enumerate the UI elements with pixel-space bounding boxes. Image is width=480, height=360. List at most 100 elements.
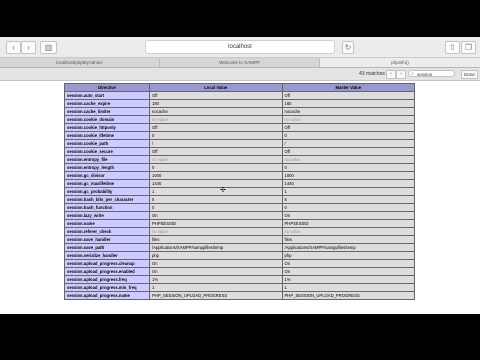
table-header-row: Directive Local Value Master Value: [64, 83, 415, 92]
local-value-cell: 0: [149, 203, 283, 212]
directive-cell: session.cookie_lifetime: [64, 131, 150, 140]
back-icon[interactable]: ‹: [6, 41, 21, 54]
master-value-cell: 1: [281, 187, 415, 196]
table-row: session.cookie_domain no value no value: [64, 115, 415, 124]
local-value-cell: php: [149, 251, 283, 260]
master-value-cell: nocache: [281, 107, 415, 116]
directive-cell: session.cookie_secure: [64, 147, 150, 156]
table-row: session.upload_progress.enabled On On: [64, 267, 415, 276]
master-value-cell: PHP_SESSION_UPLOAD_PROGRESS: [281, 291, 415, 300]
directive-cell: session.referer_check: [64, 227, 150, 236]
table-row: session.cache_expire 180 180: [64, 99, 415, 108]
local-value-cell: PHP_SESSION_UPLOAD_PROGRESS: [149, 291, 283, 300]
local-value-cell: 1%: [149, 275, 283, 284]
reload-icon[interactable]: ↻: [342, 41, 354, 54]
directive-cell: session.auto_start: [64, 91, 150, 100]
table-row: session.upload_progress.freq 1% 1%: [64, 275, 415, 284]
tab-phpmyadmin[interactable]: localhost/phpMyAdmin/: [0, 58, 160, 67]
tab-phpinfo[interactable]: phpinfo(): [320, 58, 480, 67]
directive-cell: session.hash_bits_per_character: [64, 195, 150, 204]
directive-cell: session.cache_limiter: [64, 107, 150, 116]
table-row: session.auto_start Off Off: [64, 91, 415, 100]
local-value-cell: On: [149, 211, 283, 220]
master-value-cell: 1%: [281, 275, 415, 284]
table-row: session.cookie_secure Off Off: [64, 147, 415, 156]
table-row: session.cookie_httponly Off Off: [64, 123, 415, 132]
table-row: session.upload_progress.min_freq 1 1: [64, 283, 415, 292]
master-value-cell: no value: [281, 227, 415, 236]
find-bar: 43 matches ‹ › session ⌕ Done: [0, 68, 480, 81]
local-value-cell: 0: [149, 163, 283, 172]
mouse-cursor-icon: ✢: [220, 187, 226, 194]
table-row: session.save_path/Applications/XAMPP/xam…: [64, 243, 415, 252]
local-value-cell: 1440: [149, 179, 283, 188]
master-value-cell: 180: [281, 99, 415, 108]
address-bar[interactable]: localhost: [145, 40, 335, 54]
table-row: session.serialize_handler php php: [64, 251, 415, 260]
local-value-cell: 1: [149, 283, 283, 292]
local-value-cell: Off: [149, 147, 283, 156]
table-row: session.entropy_file no value no value: [64, 155, 415, 164]
local-value-cell: /Applications/XAMPP/xamppfiles/temp: [149, 243, 283, 252]
master-value-cell: 1000: [281, 171, 415, 180]
find-input[interactable]: session: [408, 70, 455, 77]
local-value-cell: 1000: [149, 171, 283, 180]
forward-icon[interactable]: ›: [21, 41, 36, 54]
table-row: session.cookie_lifetime 0 0: [64, 131, 415, 140]
directive-cell: session.gc_maxlifetime: [64, 179, 150, 188]
master-value-cell: files: [281, 235, 415, 244]
directive-cell: session.gc_probability: [64, 187, 150, 196]
local-value-cell: On: [149, 259, 283, 268]
directive-cell: session.serialize_handler: [64, 251, 150, 260]
share-icon[interactable]: ⇧: [445, 41, 460, 54]
table-row: session.gc_divisor 1000 1000: [64, 171, 415, 180]
table-row: session.save_handler files files: [64, 235, 415, 244]
master-value-cell: Off: [281, 147, 415, 156]
directive-cell: session.entropy_length: [64, 163, 150, 172]
table-row: session.hash_function 0 0: [64, 203, 415, 212]
browser-window: ‹ › ▥ localhost ↻ ⇧ ❐ localhost/phpMyAdm…: [0, 37, 480, 314]
sidebar-icon[interactable]: ▥: [40, 41, 57, 54]
tab-bar: localhost/phpMyAdmin/ Welcome to XAMPP p…: [0, 58, 480, 68]
find-previous-icon[interactable]: ‹: [386, 70, 396, 79]
master-value-cell: Off: [281, 123, 415, 132]
master-value-cell: no value: [281, 115, 415, 124]
table-row: session.upload_progress.cleanup On On: [64, 259, 415, 268]
tabs-overview-icon[interactable]: ❐: [461, 41, 476, 54]
master-value-cell: /: [281, 139, 415, 148]
local-value-cell: 0: [149, 131, 283, 140]
local-value-cell: no value: [149, 227, 283, 236]
master-value-cell: On: [281, 211, 415, 220]
find-done-button[interactable]: Done: [461, 70, 478, 79]
directive-cell: session.upload_progress.freq: [64, 275, 150, 284]
local-value-cell: 1: [149, 187, 283, 196]
directive-cell: session.name: [64, 219, 150, 228]
local-value-cell: PHPSESSID: [149, 219, 283, 228]
master-value-cell: On: [281, 259, 415, 268]
table-row: session.cookie_path / /: [64, 139, 415, 148]
local-value-cell: On: [149, 267, 283, 276]
local-value-cell: nocache: [149, 107, 283, 116]
directive-cell: session.save_handler: [64, 235, 150, 244]
master-value-cell: php: [281, 251, 415, 260]
directive-cell: session.hash_function: [64, 203, 150, 212]
directive-cell: session.lazy_write: [64, 211, 150, 220]
local-value-cell: no value: [149, 155, 283, 164]
tab-welcome-xampp[interactable]: Welcome to XAMPP: [160, 58, 320, 67]
table-row: session.lazy_write On On: [64, 211, 415, 220]
master-value-cell: 1: [281, 283, 415, 292]
find-match-count: 43 matches: [359, 71, 385, 77]
master-value-cell: 1440: [281, 179, 415, 188]
master-value-cell: On: [281, 267, 415, 276]
find-next-icon[interactable]: ›: [396, 70, 406, 79]
directive-cell: session.entropy_file: [64, 155, 150, 164]
local-value-cell: no value: [149, 115, 283, 124]
column-header-master-value: Master Value: [281, 83, 415, 92]
directive-cell: session.upload_progress.enabled: [64, 267, 150, 276]
table-row: session.gc_probability 1 1: [64, 187, 415, 196]
table-row: session.referer_check no value no value: [64, 227, 415, 236]
directive-cell: session.upload_progress.cleanup: [64, 259, 150, 268]
directive-cell: session.cache_expire: [64, 99, 150, 108]
table-row: session.hash_bits_per_character 5 5: [64, 195, 415, 204]
table-row: session.upload_progress.name PHP_SESSION_…: [64, 291, 415, 300]
